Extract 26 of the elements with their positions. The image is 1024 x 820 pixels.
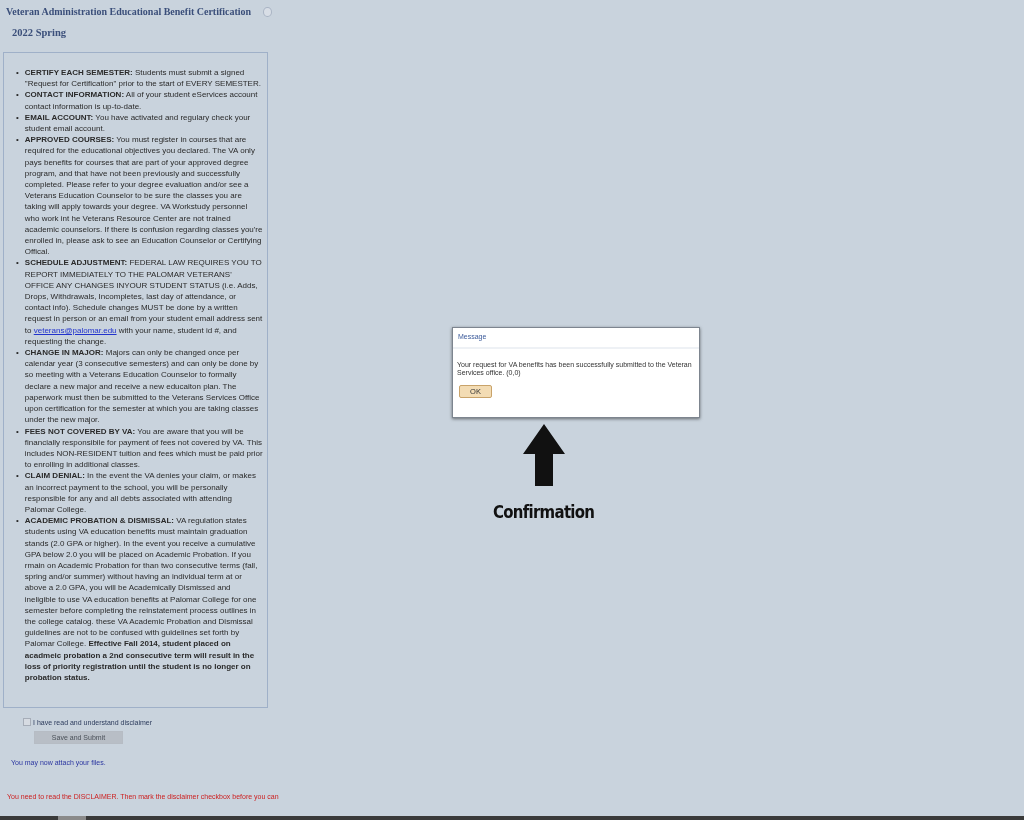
disclaimer-item: CONTACT INFORMATION: All of your student eServices account contact information is up-to-date.: [24, 89, 259, 112]
bullet: •: [16, 515, 19, 528]
bullet: •: [16, 67, 19, 79]
disclaimer-item: APPROVED COURSES: You must register in courses that are required for the educational objectives you declared. The VA only pays benefits for courses that are part of your approved degree program, and that have not been previously and successfully completed. Please refer to your degree evaluation and/or see a Veterans Education Counselor to be sure the classes you are taking will apply towards your degree. VA Workstudy personnel who work int he Veterans Resource Center are not trained academic counselors. If there is confusion regarding classes you're enrolled in, please ask to see an Education Counselor or Certifying Offical.: [24, 134, 263, 258]
disclaimer-item: FEES NOT COVERED BY VA: You are aware that you will be financially responsibile for payment of fees not covered by VA. This includes NON-RESIDENT tuition and fees which must be paid prior to enrolling in additional classes.: [24, 425, 263, 471]
bullet: •: [16, 257, 19, 270]
bullet: •: [16, 134, 19, 147]
page-title: Veteran Administration Educational Benefit Certification: [6, 6, 252, 17]
annotation-label: Confirmation: [493, 502, 595, 522]
disclaimer-item: CHANGE IN MAJOR: Majors can only be changed once per calendar year (3 consecutive semesters) and can only be done by so meeting with a Veterans Education Counselor to formally declare a new major and receive a new educaiton plan. The paperwork must then be submitted to the Veterans Services Office upon certification for the semester at which you are taking classes under the new major.: [24, 347, 261, 426]
bullet: •: [16, 470, 19, 483]
disclaimer-item: SCHEDULE ADJUSTMENT: FEDERAL LAW REQUIRES YOU TO REPORT IMMEDIATELY TO THE PALOMAR VETERANS' OFFICE ANY CHANGES INYOUR STUDENT STATUS (i.e. Adds, Drops, Withdrawals, Incompletes, last day of attendance, or contact info). Schedule changes MUST be done by a written request in person or an email from your student email address sent to veterans@palomar.edu with your name, student id #, and requesting the change.: [24, 257, 263, 348]
bullet: •: [16, 111, 19, 124]
horizontal-scrollbar[interactable]: [0, 816, 1024, 820]
disclaimer-item: EMAIL ACCOUNT: You have activated and regulary check your student email account.: [24, 111, 252, 135]
bullet: •: [16, 89, 19, 102]
disclaimer-item: CLAIM DENIAL: In the event the VA denies your claim, or makes an incorrect payment to the school, you will be personally responsible for any and all debts associated with attending Palomar College.: [24, 470, 257, 516]
disclaimer-item: CERTIFY EACH SEMESTER: Students must submit a signed "Request for Certification" prior to the start of EVERY SEMESTER.: [24, 67, 262, 90]
up-arrow-icon: [523, 424, 565, 486]
help-icon[interactable]: [263, 6, 272, 17]
bullet: •: [16, 347, 19, 360]
bullet: •: [16, 425, 19, 438]
term-heading: 2022 Spring: [11, 26, 67, 38]
disclaimer-item: ACADEMIC PROBATION & DISMISSAL: VA regulation states students using VA education benefits must maintain graduation stands (2.0 GPA or higher). In the event you receive a cumulative GPA below 2.0 you will be placed on Academic Probation. If you rmain on Academic Probation for than two consecutive terms (fall, spring and/or summer) without having an individual term at or above a 2.0 GPA, you will be Academically Dismissed and ineligible to use VA education benefits at Palomar College for one semester before completing the reinstatement process outlines in the college catalog. these VA Academic Probation and Dismissal guidelines are not to be confused with guidelines set forth by Palomar College. Effective Fall 2014, student placed on acadmeic probation a 2nd consecutive term will result in the loss of priority registration until the student is no longer on probation status.: [24, 515, 259, 684]
disclaimer-checkbox[interactable]: [23, 718, 31, 726]
email-link[interactable]: veterans@palomar.edu: [33, 325, 117, 335]
